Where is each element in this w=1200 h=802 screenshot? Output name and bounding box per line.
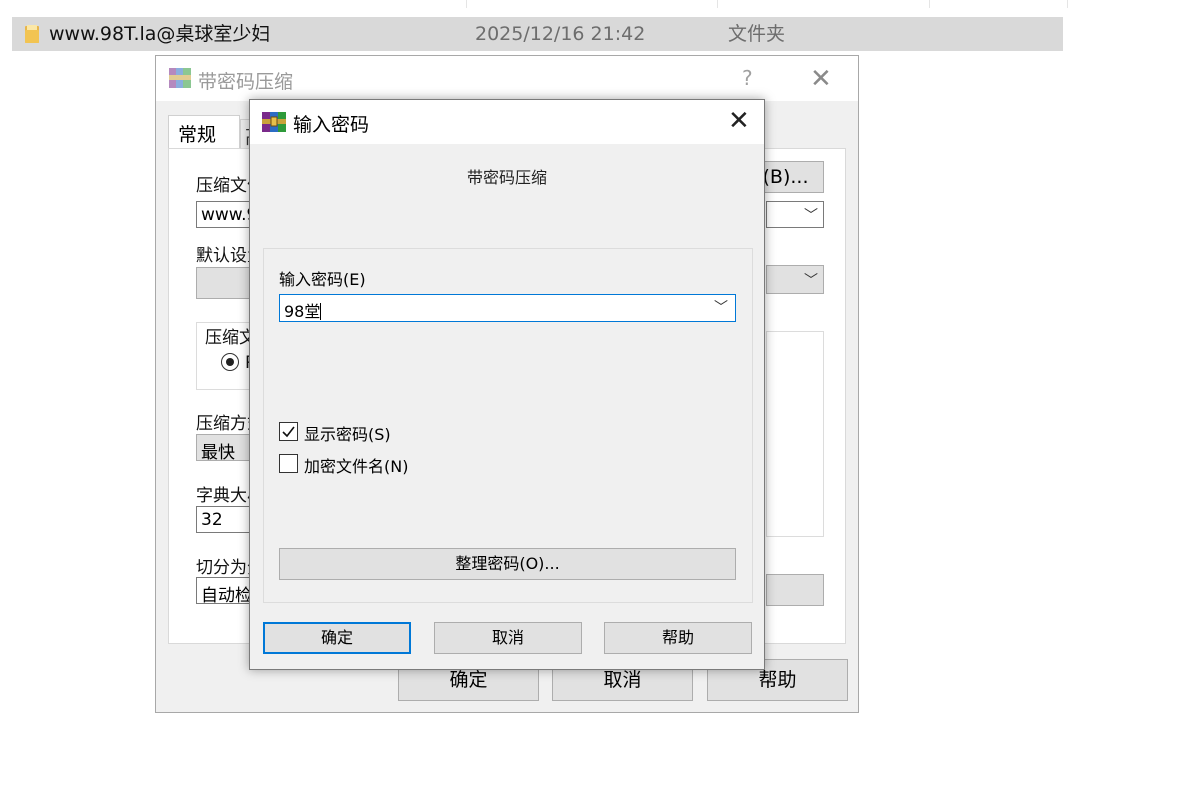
encrypt-filenames-checkbox[interactable] (279, 454, 298, 473)
set-password-button[interactable] (766, 574, 824, 606)
password-dialog: 输入密码 ✕ 带密码压缩 输入密码(E) 98堂 ﹀ 显示密码(S) 加密文件名… (249, 99, 765, 670)
show-password-label: 显示密码(S) (304, 425, 391, 444)
ok-button[interactable]: 确定 (263, 622, 411, 654)
method-dropdown[interactable]: 最快 (196, 434, 256, 461)
file-type: 文件夹 (728, 23, 786, 45)
text-caret (320, 303, 322, 320)
organize-passwords-button[interactable]: 整理密码(O)... (279, 548, 736, 580)
column-divider (466, 0, 467, 8)
column-divider (717, 0, 718, 8)
chevron-down-icon: ﹀ (804, 273, 818, 289)
profile-dropdown[interactable]: ﹀ (766, 265, 824, 294)
password-input[interactable]: 98堂 (279, 294, 736, 322)
help-button[interactable]: 帮助 (604, 622, 752, 654)
split-dropdown[interactable]: 自动检 (196, 577, 256, 604)
password-dialog-title: 输入密码 (293, 114, 370, 136)
password-dialog-titlebar: 输入密码 ✕ (250, 100, 764, 144)
encrypt-filenames-label: 加密文件名(N) (304, 457, 409, 476)
column-divider (929, 0, 930, 8)
file-name[interactable]: www.98T.la@桌球室少妇 (49, 22, 270, 46)
radio-rar[interactable] (221, 353, 239, 371)
winrar-icon (169, 68, 191, 88)
radio-dot (226, 358, 234, 366)
format-group: 压缩文 R (196, 322, 257, 390)
file-date: 2025/12/16 21:42 (475, 23, 646, 45)
cancel-button[interactable]: 取消 (434, 622, 582, 654)
tab-general[interactable]: 常规 (168, 115, 240, 149)
profile-button[interactable] (196, 267, 256, 299)
options-group (766, 331, 824, 537)
folder-icon (25, 25, 39, 43)
checkmark-icon (282, 426, 295, 438)
password-label: 输入密码(E) (279, 270, 366, 289)
show-password-checkbox[interactable] (279, 422, 298, 441)
chevron-down-icon[interactable]: ﹀ (714, 297, 728, 317)
help-icon[interactable]: ? (742, 66, 753, 90)
dictionary-dropdown[interactable]: 32 (196, 506, 256, 533)
archive-dialog-titlebar: 带密码压缩 ? ✕ (156, 56, 858, 101)
archive-dialog-title: 带密码压缩 (198, 71, 294, 93)
column-divider (1067, 0, 1068, 8)
password-value: 98堂 (284, 302, 321, 321)
close-icon[interactable]: ✕ (810, 64, 832, 94)
chevron-down-icon: ﹀ (804, 208, 818, 224)
close-icon[interactable]: ✕ (728, 106, 750, 136)
file-list-row[interactable]: www.98T.la@桌球室少妇 2025/12/16 21:42 文件夹 (12, 17, 1063, 51)
archive-name-dropdown[interactable]: ﹀ (766, 201, 824, 228)
winrar-icon (262, 112, 286, 132)
password-dialog-header: 带密码压缩 (466, 168, 547, 187)
